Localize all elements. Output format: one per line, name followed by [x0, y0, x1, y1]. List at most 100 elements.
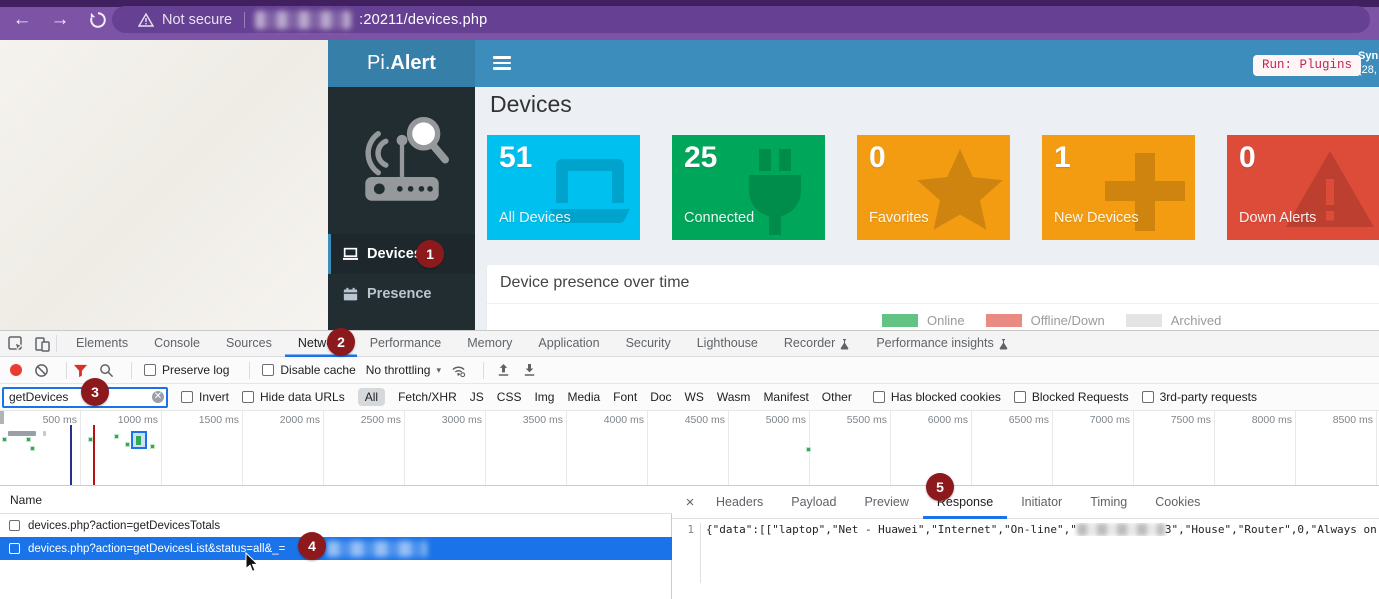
response-content[interactable]: 1 {"data":[["laptop","Net - Huawei","Int… [672, 523, 1379, 539]
tab-elements[interactable]: Elements [63, 331, 141, 357]
timeline-activity-bar [43, 431, 46, 436]
request-checkbox[interactable] [9, 543, 20, 554]
filter-type-css[interactable]: CSS [497, 390, 522, 404]
third-party-requests-checkbox[interactable]: 3rd-party requests [1142, 390, 1257, 404]
filter-type-doc[interactable]: Doc [650, 390, 671, 404]
filter-type-img[interactable]: Img [534, 390, 554, 404]
card-connected[interactable]: 25 Connected [672, 135, 825, 240]
address-bar[interactable]: Not secure :20211/devices.php [112, 6, 1370, 33]
filter-type-js[interactable]: JS [470, 390, 484, 404]
pialert-logo[interactable]: Pi.Alert [328, 40, 475, 87]
preserve-log-checkbox[interactable]: Preserve log [144, 363, 229, 377]
record-network-log-icon[interactable] [10, 364, 22, 376]
close-detail-icon[interactable]: × [680, 494, 700, 511]
experiment-flask-icon [839, 338, 850, 350]
detail-tabbar: × Headers Payload Preview Response Initi… [672, 486, 1379, 519]
response-json-text: {"data":[["laptop","Net - Huawei","Inter… [701, 523, 1377, 536]
card-favorites[interactable]: 0 Favorites [857, 135, 1010, 240]
network-conditions-icon[interactable] [451, 363, 466, 378]
card-down-alerts[interactable]: 0 Down Alerts [1227, 135, 1379, 240]
tab-application[interactable]: Application [525, 331, 612, 357]
request-row[interactable]: devices.php?action=getDevicesTotals [0, 514, 672, 537]
card-value: 1 [1054, 141, 1071, 175]
timeline-selected-request-marker [131, 431, 147, 449]
dom-content-loaded-line [70, 425, 72, 485]
filter-type-all[interactable]: All [358, 388, 385, 406]
timeline-tick: 6000 ms [908, 414, 968, 426]
filter-type-other[interactable]: Other [822, 390, 852, 404]
page-title: Devices [490, 91, 572, 118]
chart-legend: Online Offline/Down Archived [882, 313, 1233, 328]
annotation-step-4: 4 [298, 532, 326, 560]
search-icon[interactable] [99, 363, 114, 378]
omnibox-divider [244, 12, 245, 28]
hide-data-urls-checkbox[interactable]: Hide data URLs [242, 390, 345, 404]
request-detail-pane: × Headers Payload Preview Response Initi… [672, 486, 1379, 599]
tab-recorder[interactable]: Recorder [771, 331, 863, 357]
filter-type-wasm[interactable]: Wasm [717, 390, 751, 404]
requests-name-column-header[interactable]: Name [0, 486, 672, 514]
card-label: Down Alerts [1239, 210, 1316, 226]
card-new-devices[interactable]: 1 New Devices [1042, 135, 1195, 240]
reload-icon[interactable] [88, 10, 108, 30]
annotation-step-1: 1 [416, 240, 444, 268]
calendar-icon [342, 287, 359, 302]
timeline-tick: 4500 ms [665, 414, 725, 426]
blocked-requests-checkbox[interactable]: Blocked Requests [1014, 390, 1129, 404]
card-all-devices[interactable]: 51 All Devices [487, 135, 640, 240]
back-icon[interactable]: ← [9, 8, 35, 32]
tab-console[interactable]: Console [141, 331, 213, 357]
filter-type-media[interactable]: Media [567, 390, 600, 404]
timeline-activity-bar [8, 431, 36, 436]
network-bottom-split: Name devices.php?action=getDevicesTotals… [0, 486, 1379, 599]
card-label: All Devices [499, 210, 571, 226]
forward-icon[interactable]: → [47, 8, 73, 32]
tab-sources[interactable]: Sources [213, 331, 285, 357]
filter-funnel-icon[interactable] [73, 363, 88, 378]
annotation-step-5: 5 [926, 473, 954, 501]
timeline-tick: 500 ms [17, 414, 77, 426]
request-checkbox[interactable] [9, 520, 20, 531]
export-har-icon[interactable] [522, 363, 537, 378]
clear-network-log-icon[interactable] [34, 363, 49, 378]
toolbar-separator [483, 362, 484, 379]
timeline-tick: 7000 ms [1070, 414, 1130, 426]
timeline-tick: 1000 ms [98, 414, 158, 426]
tab-lighthouse[interactable]: Lighthouse [684, 331, 771, 357]
laptop-icon [342, 247, 359, 262]
tab-performance[interactable]: Performance [357, 331, 455, 357]
detail-tab-payload[interactable]: Payload [777, 486, 850, 519]
card-value: 0 [869, 141, 886, 175]
filter-type-font[interactable]: Font [613, 390, 637, 404]
invert-checkbox[interactable]: Invert [181, 390, 229, 404]
sidebar-item-presence[interactable]: Presence [328, 274, 475, 314]
device-toolbar-icon[interactable] [34, 336, 50, 352]
legend-label-offline: Offline/Down [1031, 313, 1105, 328]
import-har-icon[interactable] [496, 363, 511, 378]
disable-cache-checkbox[interactable]: Disable cache [262, 363, 355, 377]
detail-tab-timing[interactable]: Timing [1076, 486, 1141, 519]
filter-type-ws[interactable]: WS [685, 390, 704, 404]
has-blocked-cookies-checkbox[interactable]: Has blocked cookies [873, 390, 1001, 404]
presence-panel-title: Device presence over time [500, 274, 689, 292]
tab-performance-insights[interactable]: Performance insights [863, 331, 1021, 357]
timeline-tick: 5500 ms [827, 414, 887, 426]
devtools-tabbar: Elements Console Sources Network Perform… [0, 331, 1379, 357]
filter-type-manifest[interactable]: Manifest [763, 390, 808, 404]
detail-tab-headers[interactable]: Headers [702, 486, 777, 519]
hamburger-icon[interactable] [493, 56, 511, 70]
network-overview-timeline[interactable]: 500 ms 1000 ms 1500 ms 2000 ms 2500 ms 3… [0, 411, 1379, 486]
clear-filter-icon[interactable]: ✕ [152, 391, 164, 403]
detail-tab-preview[interactable]: Preview [850, 486, 922, 519]
throttling-select[interactable]: No throttling▾ [366, 363, 441, 377]
run-plugins-button[interactable]: Run: Plugins [1253, 55, 1361, 76]
detail-tab-cookies[interactable]: Cookies [1141, 486, 1214, 519]
detail-tab-initiator[interactable]: Initiator [1007, 486, 1076, 519]
inspect-element-icon[interactable] [8, 336, 24, 352]
sidebar-item-devices[interactable]: Devices [328, 234, 475, 274]
request-row-selected[interactable]: devices.php?action=getDevicesList&status… [0, 537, 672, 560]
filter-type-fetch-xhr[interactable]: Fetch/XHR [398, 390, 457, 404]
tab-security[interactable]: Security [613, 331, 684, 357]
sidebar-item-label: Presence [367, 286, 432, 302]
tab-memory[interactable]: Memory [454, 331, 525, 357]
